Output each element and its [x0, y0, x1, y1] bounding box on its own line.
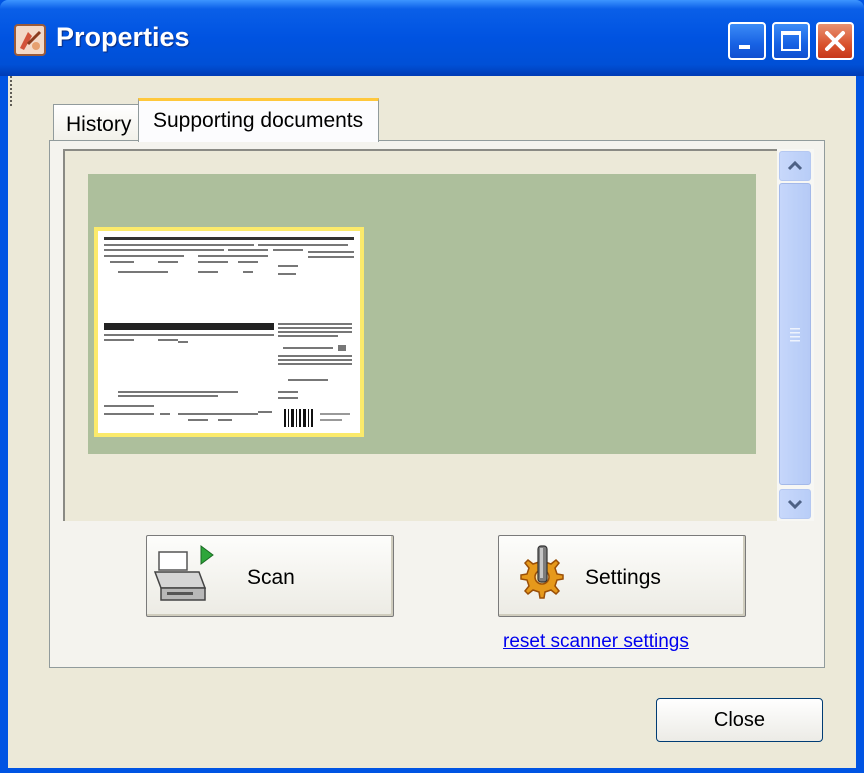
divider — [10, 76, 14, 106]
title-bar[interactable]: Properties — [0, 0, 864, 76]
reset-scanner-settings-link[interactable]: reset scanner settings — [503, 631, 689, 653]
minimize-button[interactable] — [728, 22, 766, 60]
document-thumbnail[interactable] — [94, 227, 364, 437]
close-window-button[interactable] — [816, 22, 854, 60]
vertical-scrollbar[interactable] — [777, 149, 814, 521]
maximize-icon — [781, 31, 801, 51]
minimize-icon — [739, 45, 750, 49]
scroll-up-button[interactable] — [779, 151, 811, 181]
window-title: Properties — [56, 22, 190, 52]
scanner-icon — [153, 545, 214, 601]
scroll-down-button[interactable] — [779, 489, 811, 519]
scan-button[interactable]: Scan — [146, 535, 394, 617]
tab-history-label: History — [66, 113, 132, 136]
scanned-document-image — [98, 231, 360, 433]
grip-icon — [790, 328, 800, 342]
tab-panel: Scan Settings reset scanner settings — [49, 140, 825, 668]
properties-window: Properties History Supporting documents — [0, 0, 864, 773]
gear-icon — [520, 545, 564, 599]
maximize-button[interactable] — [772, 22, 810, 60]
chevron-down-icon — [787, 499, 803, 510]
preview-area — [88, 174, 756, 454]
close-button[interactable]: Close — [656, 698, 823, 742]
tab-history[interactable]: History — [53, 104, 139, 140]
scan-button-label: Scan — [247, 566, 295, 589]
close-icon — [825, 31, 845, 51]
chevron-up-icon — [787, 160, 803, 171]
tab-supporting-documents-label: Supporting documents — [153, 109, 364, 132]
scroll-thumb[interactable] — [779, 183, 811, 485]
settings-button[interactable]: Settings — [498, 535, 746, 617]
settings-button-label: Settings — [585, 566, 661, 589]
app-icon — [14, 24, 46, 56]
dialog-client-area: History Supporting documents Scan Settin… — [8, 76, 856, 768]
tab-supporting-documents[interactable]: Supporting documents — [138, 98, 379, 142]
documents-list[interactable] — [63, 149, 777, 521]
